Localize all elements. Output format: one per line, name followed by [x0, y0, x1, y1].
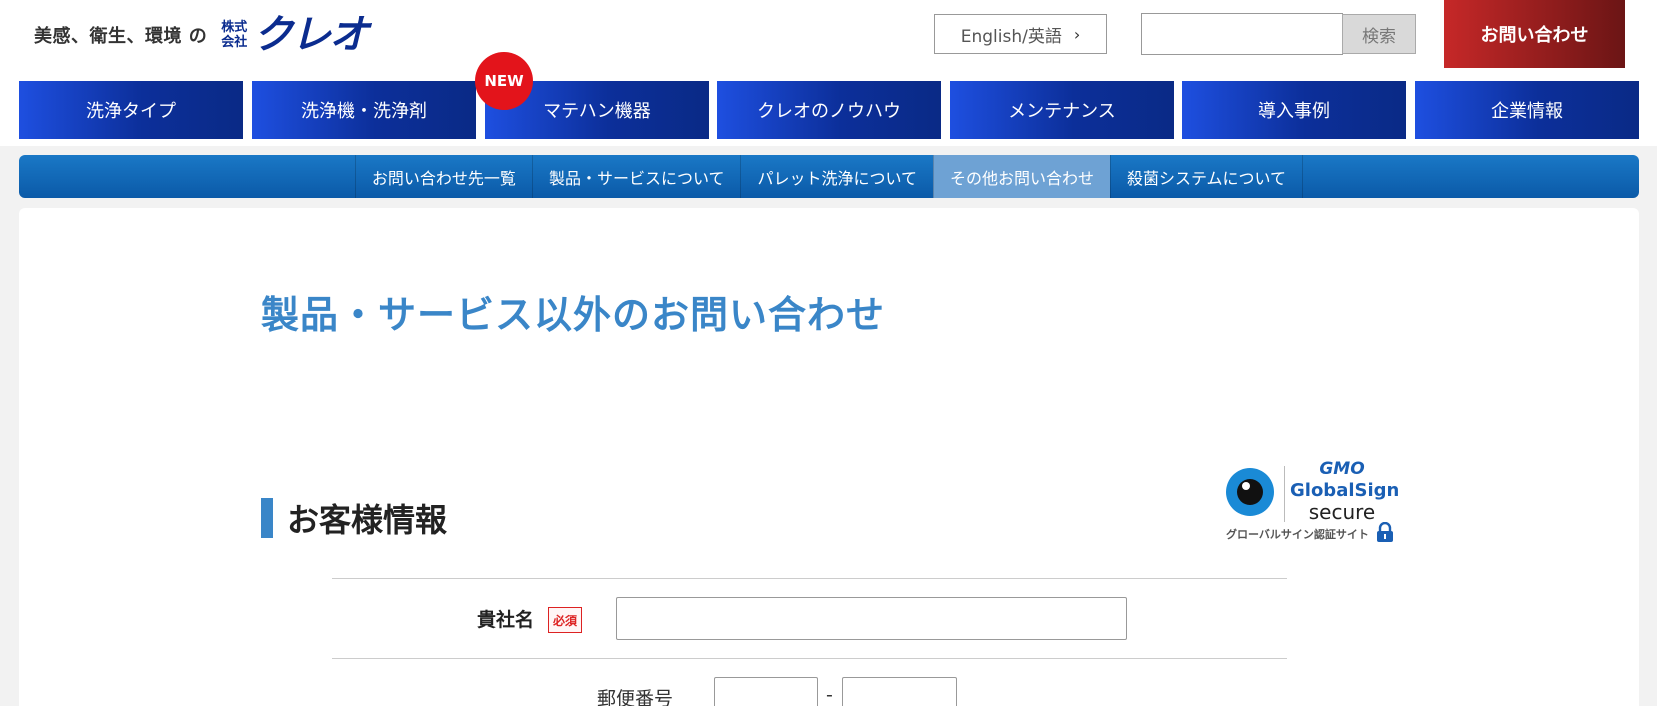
ssl-seal[interactable]: GMO GlobalSign secure グローバルサイン認証サイト — [1226, 459, 1400, 550]
company-name-input[interactable] — [616, 597, 1127, 640]
gnav-item-case-studies[interactable]: 導入事例 — [1182, 81, 1406, 139]
sub-nav: お問い合わせ先一覧 製品・サービスについて パレット洗浄について その他お問い合… — [19, 155, 1639, 198]
gnav-item-washing-type[interactable]: 洗浄タイプ — [19, 81, 243, 139]
language-switch-label: English/英語 — [960, 26, 1062, 47]
page-title: 製品・サービス以外のお問い合わせ — [261, 293, 886, 337]
contact-button[interactable]: お問い合わせ — [1444, 0, 1625, 68]
global-nav: 洗浄タイプ 洗浄機・洗浄剤 マテハン機器 クレオのノウハウ メンテナンス 導入事… — [19, 81, 1639, 139]
section-bar — [261, 498, 273, 538]
subnav-item-contact-list[interactable]: お問い合わせ先一覧 — [354, 155, 532, 198]
subnav-item-products-services[interactable]: 製品・サービスについて — [531, 155, 741, 198]
logo-name: クレオ — [253, 12, 369, 58]
section-title: お客様情報 — [287, 501, 448, 539]
postal-code-first-input[interactable] — [714, 677, 818, 706]
subnav-item-sterilization[interactable]: 殺菌システムについて — [1110, 155, 1304, 198]
gnav-item-washers-detergents[interactable]: 洗浄機・洗浄剤 — [252, 81, 476, 139]
gnav-item-cleo-knowhow[interactable]: クレオのノウハウ — [717, 81, 941, 139]
gnav-item-company-info[interactable]: 企業情報 — [1415, 81, 1639, 139]
company-name-label: 貴社名 — [477, 609, 535, 631]
ssl-brand: GMO — [1319, 459, 1365, 479]
ssl-name: GlobalSign — [1290, 480, 1400, 501]
required-badge: 必須 — [548, 607, 582, 633]
ssl-caption: グローバルサイン認証サイト — [1226, 528, 1369, 541]
logo-tagline: 美感、衛生、環境 の — [34, 26, 208, 47]
lock-icon — [1377, 522, 1393, 542]
form-divider — [332, 578, 1287, 579]
logo-kabushikigaisha: 株式 会社 — [221, 20, 248, 50]
gnav-item-maintenance[interactable]: メンテナンス — [950, 81, 1174, 139]
search-input[interactable] — [1141, 13, 1343, 55]
postal-code-second-input[interactable] — [842, 677, 957, 706]
search-button[interactable]: 検索 — [1342, 14, 1416, 54]
subnav-item-other-inquiries[interactable]: その他お問い合わせ — [933, 155, 1111, 198]
postal-dash: - — [826, 684, 833, 706]
eye-icon — [1226, 468, 1274, 516]
company-logo[interactable]: 美感、衛生、環境 の 株式 会社 クレオ — [34, 12, 369, 58]
ssl-secure: secure — [1308, 500, 1376, 524]
postal-code-label: 郵便番号 — [597, 688, 674, 706]
chevron-right-icon: › — [1073, 24, 1081, 44]
subnav-item-pallet-washing[interactable]: パレット洗浄について — [740, 155, 933, 198]
section-header: お客様情報 — [261, 498, 448, 539]
new-badge: NEW — [475, 52, 533, 110]
language-switch-button[interactable]: English/英語 › — [934, 14, 1107, 54]
form-divider — [332, 658, 1287, 659]
